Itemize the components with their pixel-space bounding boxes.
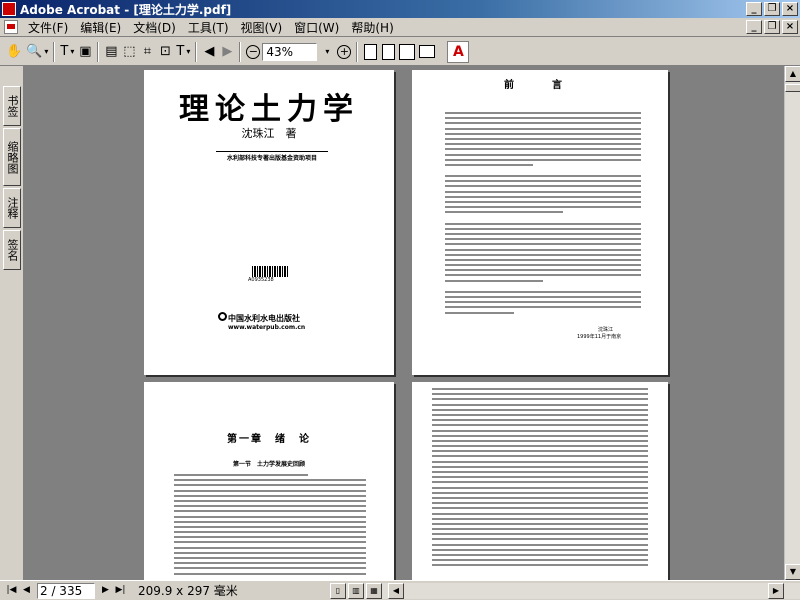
preface-title: 前 言	[504, 80, 576, 91]
section-title: 第一节 土力学发展史回顾	[232, 461, 305, 468]
preface-signature: 沈珠江	[598, 327, 614, 333]
zoom-tool-icon[interactable]: 🔍 ▾	[24, 41, 50, 63]
page-cover: 理论土力学 沈珠江 著 水利部科技专著出版基金资助项目 A0935238 中国水…	[144, 70, 394, 375]
snapshot-tool-icon[interactable]: ▣	[76, 41, 94, 63]
scroll-down-icon[interactable]: ▼	[785, 564, 800, 580]
crop-tool-icon[interactable]: ⌗	[138, 41, 156, 63]
publisher-url: www.waterpub.com.cn	[228, 324, 306, 331]
tab-bookmarks[interactable]: 书签	[3, 86, 21, 126]
zoom-in-button[interactable]: +	[335, 41, 353, 63]
menu-help[interactable]: 帮助(H)	[345, 19, 399, 36]
select-tool-icon[interactable]: ⬚	[120, 41, 138, 63]
vertical-scrollbar[interactable]: ▲ ▼	[784, 66, 800, 580]
continued-text-block	[432, 388, 648, 570]
tab-signatures[interactable]: 签名	[3, 230, 21, 270]
zoom-in-icon: +	[337, 44, 352, 59]
document-icon[interactable]	[4, 20, 18, 34]
continuous-layout-icon[interactable]: ▥	[348, 583, 364, 599]
restore-button[interactable]: ❐	[764, 2, 780, 16]
actual-size-icon[interactable]	[361, 41, 379, 63]
facing-layout-icon[interactable]: ▦	[366, 583, 382, 599]
go-forward-icon[interactable]: ▶	[218, 41, 236, 63]
menu-window[interactable]: 窗口(W)	[288, 19, 345, 36]
window-title: Adobe Acrobat - [理论土力学.pdf]	[20, 2, 232, 17]
page-chapter-one: 第一章 绪 论 第一节 土力学发展史回顾	[144, 382, 394, 580]
toolbar: ✋ 🔍 ▾ T ▾ ▣ ▤ ⬚ ⌗ ⊡ T ▾ ◀ ▶ − 43% ▾ + A	[0, 38, 800, 66]
fund-note: 水利部科技专著出版基金资助项目	[216, 151, 328, 162]
page-number-input[interactable]: 2 / 335	[37, 582, 95, 599]
preface-date: 1999年11月于南京	[577, 334, 622, 340]
zoom-dropdown-icon[interactable]: ▾	[317, 41, 335, 63]
navigation-pane-tabs: 书签 缩略图 注释 签名	[0, 66, 23, 580]
link-tool-icon[interactable]: ⊡	[156, 41, 174, 63]
title-bar: Adobe Acrobat - [理论土力学.pdf] _ ❐ ×	[0, 0, 800, 18]
menu-edit[interactable]: 编辑(E)	[74, 19, 127, 36]
acrobat-app-icon[interactable]	[2, 2, 16, 16]
last-page-icon[interactable]: ▶|	[113, 583, 128, 598]
tab-thumbnails[interactable]: 缩略图	[3, 128, 21, 186]
page-preface: 前 言 沈珠江 1999年11月于南京	[412, 70, 668, 375]
chapter-title: 第一章 绪 论	[227, 434, 311, 445]
text-select-tool-icon[interactable]: T ▾	[58, 41, 76, 63]
barcode-number: A0935238	[248, 277, 274, 283]
scroll-up-icon[interactable]: ▲	[785, 66, 800, 82]
zoom-input[interactable]: 43%	[262, 42, 318, 61]
zoom-out-icon: −	[246, 44, 261, 59]
next-page-icon[interactable]: ▶	[98, 583, 113, 598]
scroll-right-icon[interactable]: ▶	[768, 583, 784, 599]
rotate-page-icon[interactable]	[417, 41, 437, 63]
publisher-name: 中国水利水电出版社	[228, 313, 300, 323]
adobe-logo-icon[interactable]: A	[447, 40, 470, 63]
horizontal-scrollbar[interactable]: ▯ ▥ ▦ ◀ ▶	[330, 583, 800, 599]
previous-page-icon[interactable]: ◀	[19, 583, 34, 598]
page-size-label: 209.9 x 297 毫米	[138, 584, 238, 598]
menu-view[interactable]: 视图(V)	[235, 19, 289, 36]
menu-file[interactable]: 文件(F)	[22, 19, 74, 36]
doc-close-button[interactable]: ×	[782, 20, 798, 34]
fit-width-icon[interactable]	[397, 41, 417, 63]
barcode	[252, 266, 288, 277]
status-bar: |◀ ◀ 2 / 335 ▶ ▶| 209.9 x 297 毫米 ▯ ▥ ▦ ◀…	[0, 580, 800, 600]
preface-text-block	[445, 112, 641, 317]
book-title: 理论土力学	[179, 92, 359, 127]
tab-comments[interactable]: 注释	[3, 188, 21, 228]
fit-page-icon[interactable]	[379, 41, 397, 63]
minimize-button[interactable]: _	[746, 2, 762, 16]
touchup-text-tool-icon[interactable]: T ▾	[174, 41, 192, 63]
menu-tools[interactable]: 工具(T)	[182, 19, 235, 36]
publisher-logo-icon	[218, 312, 227, 321]
chapter-text-block	[174, 474, 366, 578]
doc-restore-button[interactable]: ❐	[764, 20, 780, 34]
scroll-left-icon[interactable]: ◀	[388, 583, 404, 599]
close-button[interactable]: ×	[782, 2, 798, 16]
zoom-out-button[interactable]: −	[244, 41, 262, 63]
page-chapter-continued	[412, 382, 668, 580]
doc-minimize-button[interactable]: _	[746, 20, 762, 34]
book-author: 沈珠江 著	[241, 127, 297, 140]
scroll-thumb[interactable]	[785, 84, 800, 92]
go-back-icon[interactable]: ◀	[200, 41, 218, 63]
hand-tool-icon[interactable]: ✋	[4, 41, 24, 63]
menu-bar: 文件(F) 编辑(E) 文档(D) 工具(T) 视图(V) 窗口(W) 帮助(H…	[0, 18, 800, 37]
article-tool-icon[interactable]: ▤	[102, 41, 120, 63]
menu-document[interactable]: 文档(D)	[127, 19, 182, 36]
single-page-layout-icon[interactable]: ▯	[330, 583, 346, 599]
first-page-icon[interactable]: |◀	[4, 583, 19, 598]
document-view[interactable]: 理论土力学 沈珠江 著 水利部科技专著出版基金资助项目 A0935238 中国水…	[23, 66, 800, 580]
